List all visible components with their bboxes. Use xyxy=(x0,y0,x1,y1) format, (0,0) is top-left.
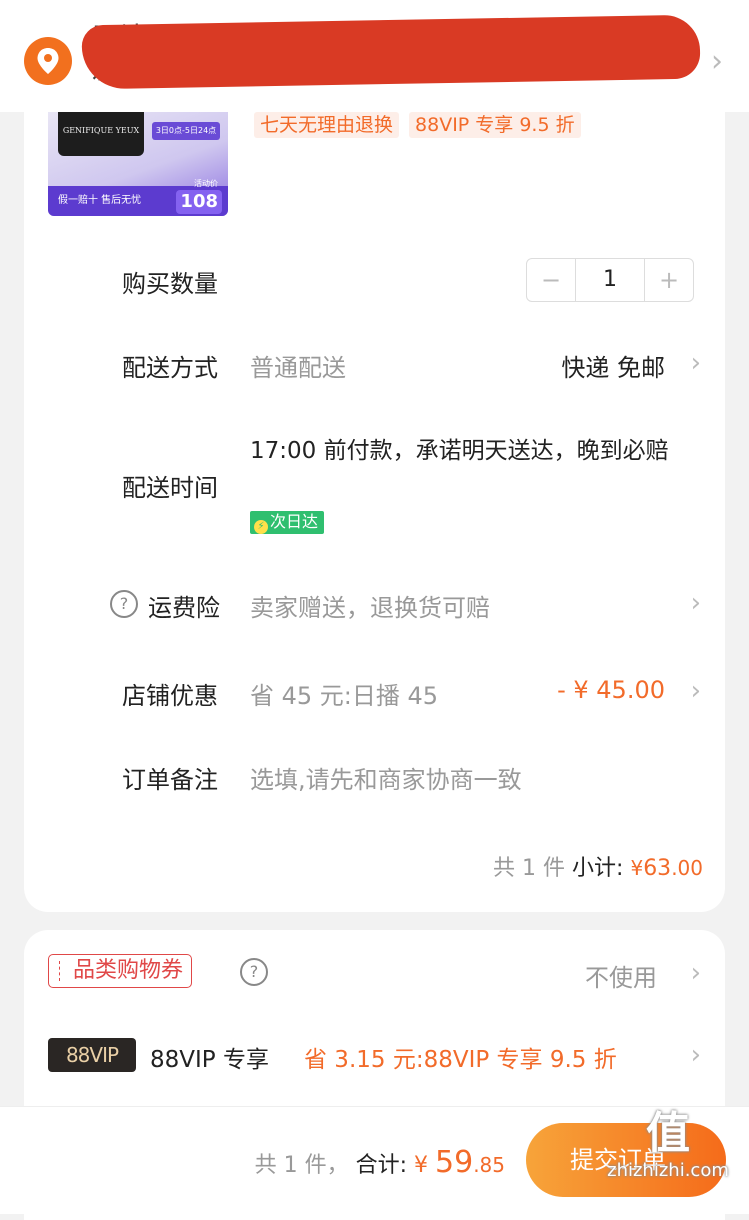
subtotal-integer: 63 xyxy=(643,856,672,881)
question-circle-icon[interactable]: ? xyxy=(110,590,138,618)
question-circle-icon[interactable]: ? xyxy=(240,958,268,986)
delivery-method-value: 普通配送 xyxy=(250,354,346,382)
next-day-badge: ⚡ 次日达 xyxy=(250,511,325,534)
total-count: 共 1 件， xyxy=(254,1153,349,1178)
order-note-label: 订单备注 xyxy=(122,766,218,794)
watermark-logo: 值 xyxy=(646,1108,690,1159)
chevron-right-icon: › xyxy=(690,958,701,988)
promo-price: 108 xyxy=(176,190,222,214)
category-coupon-tag: 品类购物券 xyxy=(48,954,193,988)
chevron-right-icon: › xyxy=(690,348,701,378)
total-decimal: .85 xyxy=(473,1153,505,1177)
delivery-method-option: 快递 免邮 xyxy=(561,354,665,382)
order-card: GENIFIQUE YEUX 3日0点-5日24点 假一赔十 售后无忧 活动价 … xyxy=(24,112,725,912)
decrement-button[interactable]: − xyxy=(527,259,575,301)
total-currency: ¥ xyxy=(414,1153,428,1178)
88vip-badge: 88VIP xyxy=(48,1038,136,1072)
subtotal-currency: ¥ xyxy=(630,856,644,880)
subtotal: 共 1 件 小计: ¥63.00 xyxy=(493,850,703,882)
product-jar-image: GENIFIQUE YEUX xyxy=(58,112,144,156)
lightning-icon: ⚡ xyxy=(254,520,268,534)
promo-price-label: 活动价 xyxy=(194,179,218,188)
service-tag-return: 七天无理由退换 xyxy=(254,112,400,138)
subtotal-decimal: .00 xyxy=(671,856,703,880)
chevron-right-icon: › xyxy=(690,1040,701,1070)
delivery-time-label: 配送时间 xyxy=(122,474,218,502)
chevron-right-icon: › xyxy=(690,588,701,618)
increment-button[interactable]: + xyxy=(645,259,693,301)
next-day-badge-text: 次日达 xyxy=(270,512,319,531)
promo-date-tag: 3日0点-5日24点 xyxy=(152,122,220,140)
quantity-stepper[interactable]: − 1 + xyxy=(526,258,694,302)
vip-saving: 省 3.15 元:88VIP 专享 9.5 折 xyxy=(304,1047,617,1073)
category-coupon-value: 不使用 xyxy=(585,964,657,992)
shipping-insurance-label: 运费险 xyxy=(148,594,220,622)
delivery-time-value: 17:00 前付款，承诺明天送达，晚到必赔 xyxy=(250,438,669,464)
store-discount-value: 省 45 元:日播 45 xyxy=(250,682,439,710)
store-discount-label: 店铺优惠 xyxy=(122,682,218,710)
chevron-right-icon: › xyxy=(711,44,723,79)
address-redaction xyxy=(81,14,701,90)
delivery-method-label: 配送方式 xyxy=(122,354,218,382)
site-watermark: 值 zhizhizhi.com xyxy=(593,1108,743,1208)
service-tags: 七天无理由退换 88VIP 专享 9.5 折 xyxy=(254,112,581,138)
quantity-label: 购买数量 xyxy=(122,270,218,298)
product-thumbnail[interactable]: GENIFIQUE YEUX 3日0点-5日24点 假一赔十 售后无忧 活动价 … xyxy=(48,112,228,216)
address-bar[interactable]: 天津 左 › xyxy=(0,0,749,112)
checkout-bar: 共 1 件， 合计: ¥ 59.85 提交订单 值 zhizhizhi.com xyxy=(0,1106,749,1214)
service-tag-88vip: 88VIP 专享 9.5 折 xyxy=(409,112,581,138)
total-integer: 59 xyxy=(435,1145,474,1180)
vip-label: 88VIP 专享 xyxy=(150,1047,269,1073)
subtotal-label: 小计: xyxy=(572,856,624,881)
shipping-insurance-value: 卖家赠送，退换货可赔 xyxy=(250,594,490,622)
store-discount-amount: - ¥ 45.00 xyxy=(557,676,665,704)
location-pin-icon xyxy=(24,37,72,85)
quantity-value[interactable]: 1 xyxy=(575,259,645,301)
product-brand-text: GENIFIQUE YEUX xyxy=(62,126,140,135)
chevron-right-icon: › xyxy=(690,676,701,706)
watermark-url: zhizhizhi.com xyxy=(607,1160,729,1181)
order-note-input[interactable]: 选填,请先和商家协商一致 xyxy=(250,760,522,795)
order-total: 共 1 件， 合计: ¥ 59.85 xyxy=(255,1145,505,1180)
subtotal-count: 共 1 件 xyxy=(493,856,566,881)
total-label: 合计: xyxy=(355,1153,407,1178)
